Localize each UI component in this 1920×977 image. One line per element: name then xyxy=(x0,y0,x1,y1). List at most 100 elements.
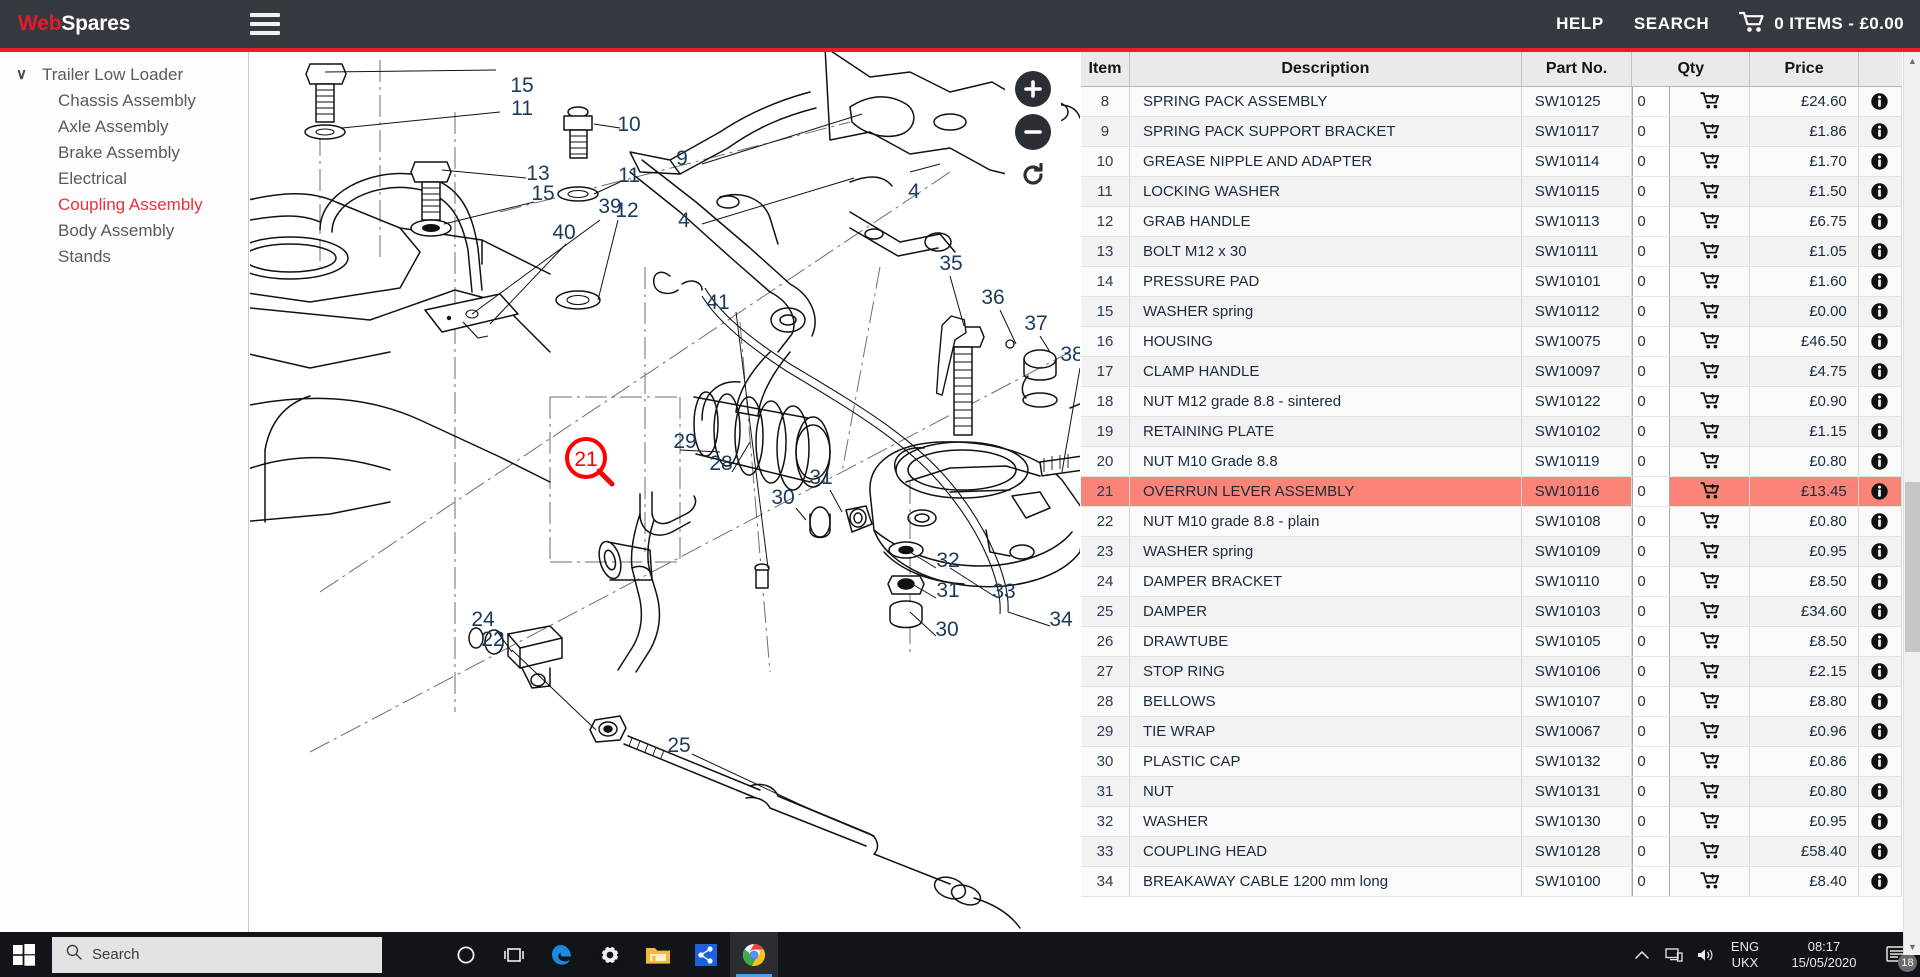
add-to-cart-icon[interactable] xyxy=(1670,447,1748,476)
diagram-callout-40[interactable]: 40 xyxy=(552,221,575,244)
table-row[interactable]: 23WASHER springSW10109 £0.95 xyxy=(1081,536,1903,567)
qty-input[interactable] xyxy=(1632,176,1671,205)
file-explorer-icon[interactable] xyxy=(634,932,682,977)
table-row[interactable]: 13BOLT M12 x 30SW10111 £1.05 xyxy=(1081,236,1903,267)
diagram-callout-11[interactable]: 11 xyxy=(618,164,640,187)
qty-input[interactable] xyxy=(1632,296,1671,325)
diagram-callout-10[interactable]: 10 xyxy=(617,113,640,136)
settings-gear-icon[interactable] xyxy=(586,932,634,977)
add-to-cart-icon[interactable] xyxy=(1670,87,1748,116)
add-to-cart-icon[interactable] xyxy=(1670,777,1748,806)
clock-and-date[interactable]: 08:17 15/05/2020 xyxy=(1774,939,1874,971)
edge-browser-icon[interactable] xyxy=(538,932,586,977)
table-row[interactable]: 8SPRING PACK ASSEMBLYSW10125 £24.60 xyxy=(1081,86,1903,117)
diagram-callout-41[interactable]: 41 xyxy=(706,291,729,314)
info-icon[interactable] xyxy=(1871,393,1889,410)
table-row[interactable]: 25DAMPERSW10103 £34.60 xyxy=(1081,596,1903,627)
info-icon[interactable] xyxy=(1871,273,1889,290)
info-icon[interactable] xyxy=(1871,543,1889,560)
qty-input[interactable] xyxy=(1632,86,1671,115)
qty-input[interactable] xyxy=(1632,746,1671,775)
diagram-callout-4[interactable]: 4 xyxy=(678,209,690,232)
parts-diagram-viewer[interactable]: .ln { fill:none; stroke:#111; stroke-wid… xyxy=(250,52,1080,955)
info-icon[interactable] xyxy=(1871,603,1889,620)
sidebar-item-stands[interactable]: Stands xyxy=(0,244,248,270)
volume-icon[interactable] xyxy=(1690,932,1722,977)
info-icon[interactable] xyxy=(1871,513,1889,530)
table-row[interactable]: 11LOCKING WASHERSW10115 £1.50 xyxy=(1081,176,1903,207)
info-icon[interactable] xyxy=(1871,423,1889,440)
qty-input[interactable] xyxy=(1632,776,1671,805)
info-icon[interactable] xyxy=(1871,483,1889,500)
info-icon[interactable] xyxy=(1871,93,1889,110)
cart-button[interactable]: 0 ITEMS - £0.00 xyxy=(1739,11,1904,38)
share-app-icon[interactable] xyxy=(682,932,730,977)
scrollbar-thumb[interactable] xyxy=(1905,482,1920,652)
table-row[interactable]: 29TIE WRAPSW10067 £0.96 xyxy=(1081,716,1903,747)
qty-input[interactable] xyxy=(1632,686,1671,715)
diagram-callout-33[interactable]: 33 xyxy=(992,580,1015,603)
add-to-cart-icon[interactable] xyxy=(1670,597,1748,626)
exploded-parts-diagram[interactable]: .ln { fill:none; stroke:#111; stroke-wid… xyxy=(250,52,1080,955)
info-icon[interactable] xyxy=(1871,693,1889,710)
info-icon[interactable] xyxy=(1871,573,1889,590)
info-icon[interactable] xyxy=(1871,813,1889,830)
table-row[interactable]: 34BREAKAWAY CABLE 1200 mm longSW10100 £8.… xyxy=(1081,866,1903,897)
qty-input[interactable] xyxy=(1632,116,1671,145)
diagram-callout-28[interactable]: 28 xyxy=(709,452,732,475)
table-row[interactable]: 17CLAMP HANDLESW10097 £4.75 xyxy=(1081,356,1903,387)
add-to-cart-icon[interactable] xyxy=(1670,357,1748,386)
info-icon[interactable] xyxy=(1871,153,1889,170)
qty-input[interactable] xyxy=(1632,596,1671,625)
info-icon[interactable] xyxy=(1871,453,1889,470)
taskbar-search-input[interactable]: Search xyxy=(52,936,382,973)
qty-input[interactable] xyxy=(1632,656,1671,685)
parts-table-scrollbar[interactable]: ▲ ▼ xyxy=(1903,52,1920,955)
sidebar-item-axle-assembly[interactable]: Axle Assembly xyxy=(0,114,248,140)
scrollbar-down-arrow-icon[interactable]: ▼ xyxy=(1904,938,1920,955)
qty-input[interactable] xyxy=(1632,266,1671,295)
add-to-cart-icon[interactable] xyxy=(1670,807,1748,836)
hamburger-menu-icon[interactable] xyxy=(250,9,282,39)
table-row[interactable]: 20NUT M10 Grade 8.8SW10119 £0.80 xyxy=(1081,446,1903,477)
brand-logo[interactable]: WebSpares xyxy=(18,12,130,36)
table-row[interactable]: 16HOUSINGSW10075 £46.50 xyxy=(1081,326,1903,357)
sidebar-item-electrical[interactable]: Electrical xyxy=(0,166,248,192)
add-to-cart-icon[interactable] xyxy=(1670,627,1748,656)
qty-input[interactable] xyxy=(1632,416,1671,445)
table-row[interactable]: 28BELLOWSSW10107 £8.80 xyxy=(1081,686,1903,717)
table-row[interactable]: 15WASHER springSW10112 £0.00 xyxy=(1081,296,1903,327)
diagram-callout-22[interactable]: 22 xyxy=(481,628,504,651)
qty-input[interactable] xyxy=(1632,506,1671,535)
diagram-callout-32[interactable]: 32 xyxy=(936,549,959,572)
diagram-callout-9[interactable]: 9 xyxy=(676,147,688,170)
qty-input[interactable] xyxy=(1632,206,1671,235)
qty-input[interactable] xyxy=(1632,716,1671,745)
add-to-cart-icon[interactable] xyxy=(1670,477,1748,506)
diagram-callout-31[interactable]: 31 xyxy=(936,579,959,602)
qty-input[interactable] xyxy=(1632,806,1671,835)
info-icon[interactable] xyxy=(1871,183,1889,200)
diagram-callout-34[interactable]: 34 xyxy=(1049,608,1073,631)
table-row[interactable]: 26DRAWTUBESW10105 £8.50 xyxy=(1081,626,1903,657)
add-to-cart-icon[interactable] xyxy=(1670,237,1748,266)
info-icon[interactable] xyxy=(1871,783,1889,800)
table-row[interactable]: 22NUT M10 grade 8.8 - plainSW10108 £0.80 xyxy=(1081,506,1903,537)
task-view-icon[interactable] xyxy=(490,932,538,977)
add-to-cart-icon[interactable] xyxy=(1670,687,1748,716)
add-to-cart-icon[interactable] xyxy=(1670,537,1748,566)
reset-view-button[interactable] xyxy=(1015,157,1051,193)
diagram-callout-31[interactable]: 31 xyxy=(809,466,832,489)
diagram-callout-25[interactable]: 25 xyxy=(667,734,690,757)
info-icon[interactable] xyxy=(1871,243,1889,260)
add-to-cart-icon[interactable] xyxy=(1670,507,1748,536)
add-to-cart-icon[interactable] xyxy=(1670,117,1748,146)
table-row[interactable]: 18NUT M12 grade 8.8 - sinteredSW10122 £0.… xyxy=(1081,386,1903,417)
add-to-cart-icon[interactable] xyxy=(1670,207,1748,236)
table-row[interactable]: 33COUPLING HEADSW10128 £58.40 xyxy=(1081,836,1903,867)
table-row[interactable]: 21OVERRUN LEVER ASSEMBLYSW10116 £13.45 xyxy=(1081,476,1903,507)
table-row[interactable]: 27STOP RINGSW10106 £2.15 xyxy=(1081,656,1903,687)
zoom-in-button[interactable] xyxy=(1015,71,1051,108)
qty-input[interactable] xyxy=(1632,146,1671,175)
qty-input[interactable] xyxy=(1632,536,1671,565)
